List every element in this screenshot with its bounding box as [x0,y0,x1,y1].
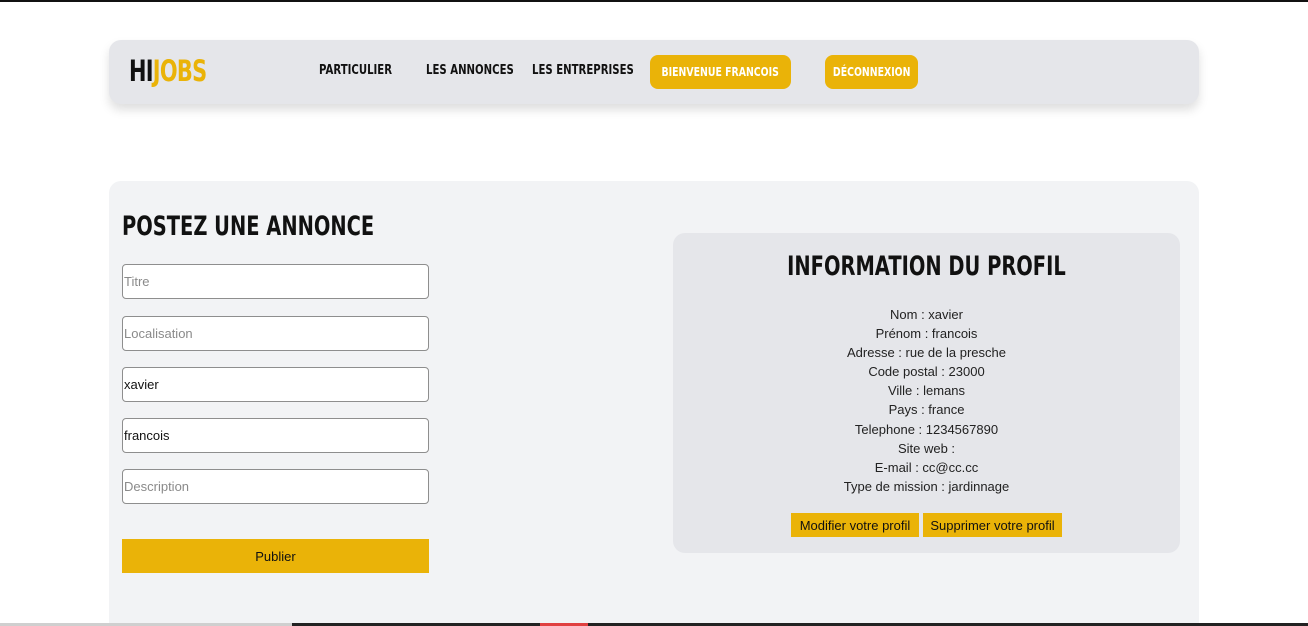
last-name-input[interactable] [122,367,429,402]
form-title: POSTEZ UNE ANNONCE [122,211,375,242]
logo-part-hi: HI [129,54,154,88]
profile-adresse: Adresse : rue de la presche [847,345,1006,361]
location-input[interactable] [122,316,429,351]
profile-type-mission: Type de mission : jardinnage [843,478,1010,494]
title-input[interactable] [122,264,429,299]
welcome-button-label: BIENVENUE FRANCOIS [661,65,780,79]
first-name-input[interactable] [122,418,429,453]
profile-title-wrap: INFORMATION DU PROFIL [673,251,1180,283]
navbar: HIJOBS PARTICULIER LES ANNONCES LES ENTR… [109,40,1199,104]
profile-telephone: Telephone : 1234567890 [854,421,999,437]
profile-site-web: Site web : [897,440,956,456]
nav-link-annonces[interactable]: LES ANNONCES [426,62,514,80]
profile-details: Nom : xavier Prénom : francois Adresse :… [673,305,1180,496]
publish-button[interactable]: Publier [122,539,429,573]
main-panel: POSTEZ UNE ANNONCE Publier INFORMATION D… [109,181,1199,626]
profile-prenom: Prénom : francois [875,326,978,342]
logout-button-label: DÉCONNEXION [832,65,911,79]
logout-button[interactable]: DÉCONNEXION [825,55,918,89]
profile-nom: Nom : xavier [890,307,963,322]
nav-link-particulier[interactable]: PARTICULIER [319,62,392,80]
nav-link-entreprises[interactable]: LES ENTREPRISES [532,62,634,80]
delete-profile-button[interactable]: Supprimer votre profil [923,513,1062,537]
profile-title: INFORMATION DU PROFIL [787,251,1066,282]
profile-email: E-mail : cc@cc.cc [874,459,979,475]
profile-pays: Pays : france [888,402,965,418]
welcome-button[interactable]: BIENVENUE FRANCOIS [650,55,791,89]
description-input[interactable] [122,469,429,504]
profile-ville: Ville : lemans [887,383,966,399]
edit-profile-button[interactable]: Modifier votre profil [791,513,919,537]
profile-card: INFORMATION DU PROFIL Nom : xavier Préno… [673,233,1180,553]
logo-part-jobs: JOBS [152,54,207,88]
top-border [0,0,1308,2]
logo[interactable]: HIJOBS [129,52,207,90]
profile-code-postal: Code postal : 23000 [868,364,985,380]
